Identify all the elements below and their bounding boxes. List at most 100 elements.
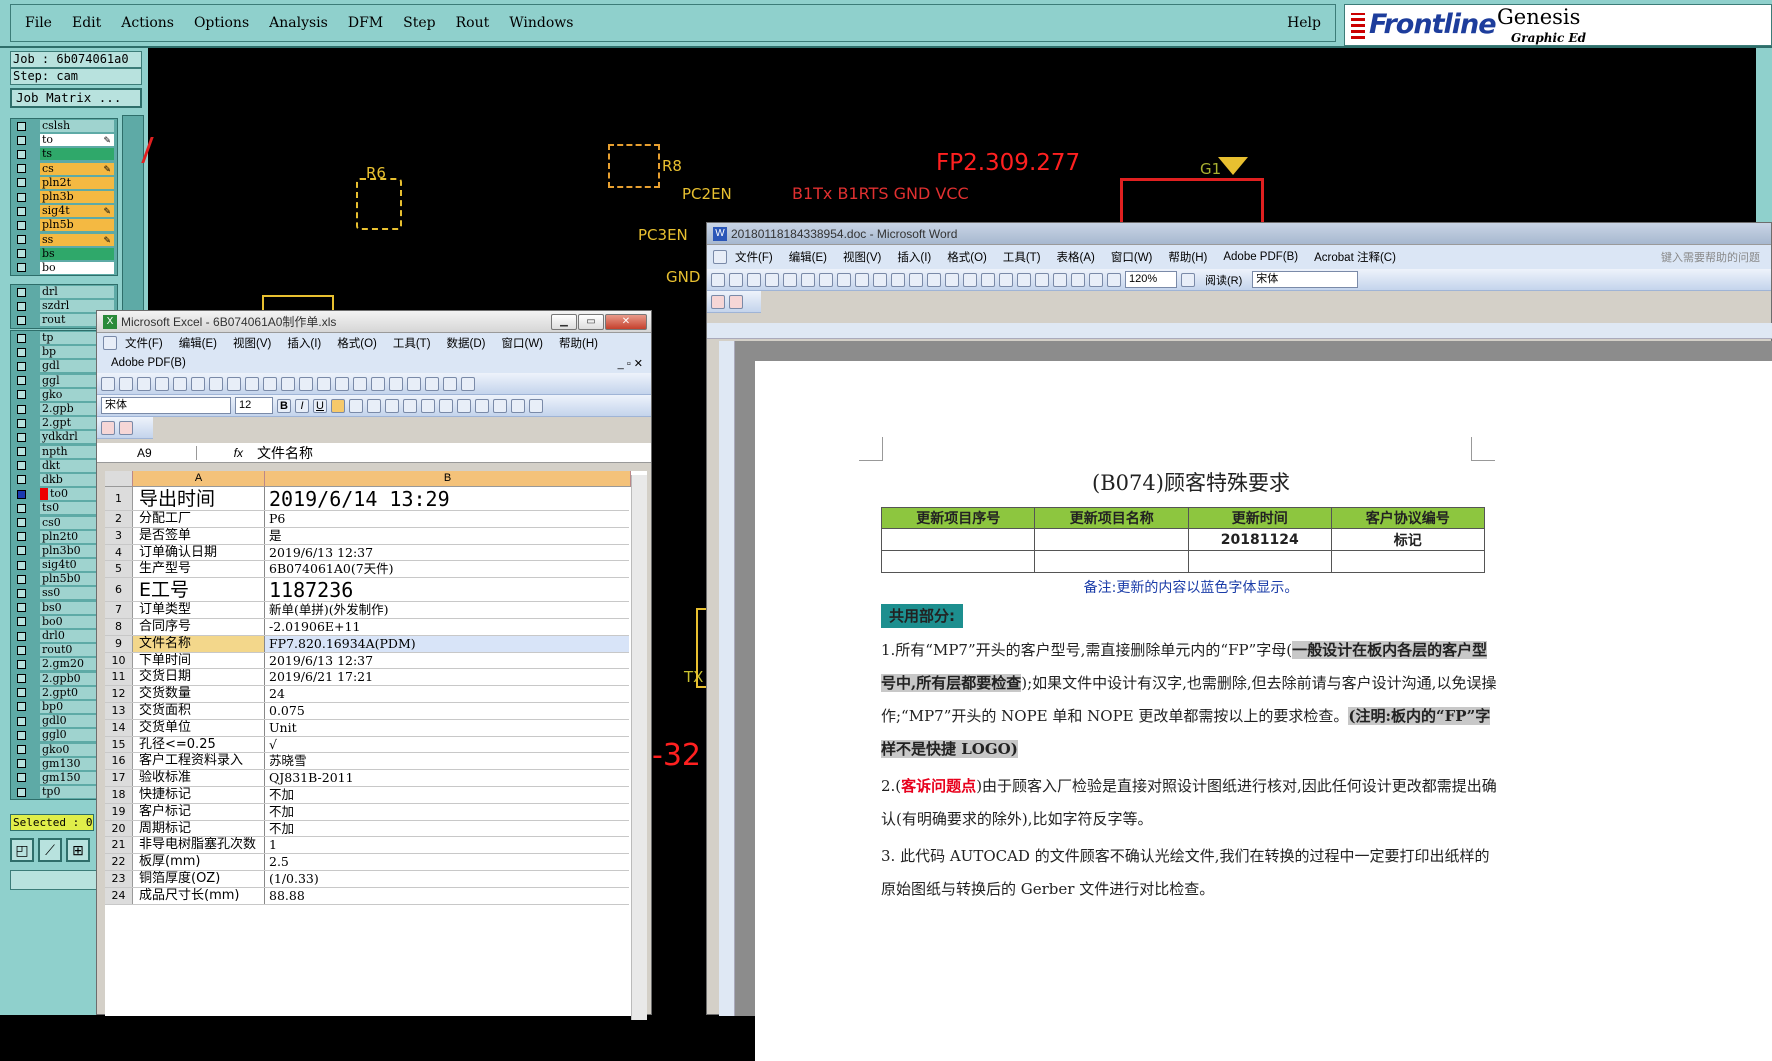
cut-icon[interactable] — [263, 376, 277, 391]
menu-help[interactable]: Help — [1287, 15, 1321, 31]
excel-close-icon[interactable]: ✕ — [605, 313, 647, 330]
menu-analysis[interactable]: Analysis — [269, 15, 328, 31]
excel-cell-b[interactable]: 2019/6/13 12:37 — [265, 545, 629, 561]
excel-row-header[interactable]: 20 — [105, 820, 133, 837]
excel-row-header[interactable]: 19 — [105, 803, 133, 820]
excel-vertical-scrollbar[interactable] — [631, 475, 647, 1020]
new-icon[interactable] — [101, 376, 115, 391]
excel-menu-adobe[interactable]: Adobe PDF(B) — [111, 357, 186, 369]
excel-cell-b[interactable]: 是 — [265, 528, 629, 544]
word-insert-table-icon[interactable] — [1017, 272, 1031, 287]
layer-checkbox[interactable] — [17, 263, 26, 273]
word-docmap-icon[interactable] — [1089, 272, 1103, 287]
layer-row[interactable]: cs ✎ — [11, 162, 117, 176]
excel-cell-b[interactable]: 1187236 — [265, 578, 629, 601]
layer-row[interactable]: pln2t — [11, 176, 117, 190]
layer-name[interactable]: drl — [40, 286, 114, 299]
excel-row-header[interactable]: 6 — [105, 578, 133, 602]
layer-checkbox[interactable] — [17, 164, 26, 174]
layer-name[interactable]: bs — [40, 247, 114, 260]
layer-checkbox[interactable] — [17, 759, 26, 769]
excel-row-header[interactable]: 15 — [105, 736, 133, 753]
merge-icon[interactable] — [385, 398, 399, 413]
table-cell[interactable] — [1330, 550, 1485, 573]
word-zoom-select[interactable]: 120% — [1125, 271, 1177, 288]
layer-name[interactable]: pln3b — [40, 191, 114, 204]
layer-checkbox[interactable] — [17, 315, 26, 325]
excel-cell-a[interactable]: 下单时间 — [133, 652, 265, 669]
save-icon[interactable] — [137, 376, 151, 391]
excel-cell-a[interactable]: 周期标记 — [133, 820, 265, 837]
format-painter-icon[interactable] — [317, 376, 331, 391]
decrease-decimal-icon[interactable] — [475, 398, 489, 413]
excel-cell-b[interactable]: 2019/6/14 13:29 — [265, 487, 629, 510]
underline-icon[interactable]: U — [313, 398, 327, 413]
research-icon[interactable] — [245, 376, 259, 391]
excel-cell-b[interactable]: 2.5 — [265, 854, 629, 870]
excel-cell-b[interactable]: FP7.820.16934A(PDM) — [265, 635, 629, 652]
excel-cell-a[interactable]: 客户工程资料录入 — [133, 753, 265, 770]
layer-checkbox[interactable] — [17, 532, 26, 542]
excel-row-header[interactable]: 2 — [105, 511, 133, 527]
layer-checkbox[interactable] — [17, 461, 26, 471]
excel-cell-b[interactable]: √ — [265, 737, 629, 753]
word-print-icon[interactable] — [801, 272, 815, 287]
layer-row[interactable]: pln3b — [11, 190, 117, 204]
word-menu-acrobat[interactable]: Acrobat 注释(C) — [1314, 249, 1396, 265]
layer-checkbox[interactable] — [17, 301, 26, 311]
excel-cell-b[interactable]: 88.88 — [265, 888, 629, 904]
excel-cell-a[interactable]: 是否签单 — [133, 527, 265, 544]
layer-checkbox[interactable] — [17, 730, 26, 740]
layer-checkbox[interactable] — [17, 333, 26, 343]
excel-row-header[interactable]: 10 — [105, 652, 133, 669]
sort-desc-icon[interactable] — [425, 376, 439, 391]
excel-maximize-icon[interactable]: ▭ — [578, 313, 604, 330]
layer-checkbox[interactable] — [17, 404, 26, 414]
layer-checkbox[interactable] — [17, 390, 26, 400]
word-columns-icon[interactable] — [1053, 272, 1067, 287]
drawing-icon[interactable] — [461, 376, 475, 391]
excel-row-header[interactable]: 18 — [105, 787, 133, 803]
excel-menu-help[interactable]: 帮助(H) — [559, 335, 598, 351]
excel-cell-a[interactable]: 生产型号 — [133, 561, 265, 578]
word-spell-icon[interactable] — [837, 272, 851, 287]
word-menu-view[interactable]: 视图(V) — [843, 249, 881, 265]
menu-actions[interactable]: Actions — [121, 15, 174, 31]
table-cell[interactable] — [880, 528, 1036, 551]
layer-row[interactable]: bo — [11, 261, 117, 275]
layer-checkbox[interactable] — [17, 447, 26, 457]
bold-icon[interactable]: B — [277, 398, 291, 413]
italic-icon[interactable]: I — [295, 398, 309, 413]
excel-menu-format[interactable]: 格式(O) — [337, 335, 377, 351]
align-left-icon[interactable] — [331, 398, 345, 413]
excel-cell-b[interactable]: 2019/6/21 17:21 — [265, 669, 629, 685]
layer-checkbox[interactable] — [17, 631, 26, 641]
layer-name[interactable]: cslsh — [40, 120, 114, 133]
excel-menu-edit[interactable]: 编辑(E) — [179, 335, 217, 351]
layer-checkbox[interactable] — [17, 716, 26, 726]
excel-cell-a[interactable]: 板厚(mm) — [133, 854, 265, 870]
menu-windows[interactable]: Windows — [509, 15, 573, 31]
layer-checkbox[interactable] — [17, 588, 26, 598]
excel-cell-b[interactable]: 1 — [265, 837, 629, 853]
preview-icon[interactable] — [209, 376, 223, 391]
excel-cell-b[interactable]: -2.01906E+11 — [265, 619, 629, 635]
excel-cell-a[interactable]: 订单类型 — [133, 602, 265, 618]
layer-checkbox[interactable] — [17, 361, 26, 371]
excel-row-header[interactable]: 9 — [105, 635, 133, 652]
word-save-icon[interactable] — [747, 272, 761, 287]
excel-cell-b[interactable]: Unit — [265, 720, 629, 736]
layer-name[interactable]: bo — [40, 261, 114, 274]
layer-checkbox[interactable] — [17, 192, 26, 202]
menu-dfm[interactable]: DFM — [348, 15, 383, 31]
excel-cell-b[interactable]: (1/0.33) — [265, 871, 629, 887]
excel-cell-a[interactable]: 验收标准 — [133, 770, 265, 786]
excel-doc-controls[interactable]: _ ▫ ✕ — [618, 357, 643, 370]
menu-options[interactable]: Options — [194, 15, 249, 31]
word-font-select[interactable]: 宋体 — [1252, 271, 1359, 288]
percent-icon[interactable] — [421, 398, 435, 413]
excel-cell-a[interactable]: 成品尺寸长(mm) — [133, 887, 265, 904]
excel-cell-b[interactable]: 不加 — [265, 787, 629, 803]
pdf-convert-icon[interactable] — [101, 420, 115, 435]
table-cell[interactable] — [1187, 550, 1332, 573]
